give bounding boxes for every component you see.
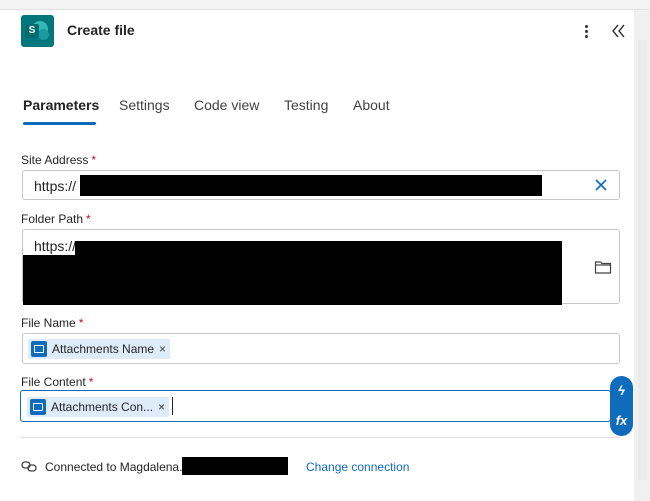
file-name-input[interactable]: Attachments Name ×	[22, 333, 620, 364]
more-vertical-icon[interactable]	[580, 19, 594, 43]
token-label: Attachments Con...	[51, 400, 154, 414]
divider	[21, 437, 620, 438]
site-address-input[interactable]: https://	[22, 170, 620, 200]
fx-expression-icon[interactable]: fx	[610, 407, 633, 435]
tab-about[interactable]: About	[353, 97, 390, 113]
sharepoint-icon: S	[21, 15, 54, 47]
folder-icon[interactable]	[594, 259, 612, 275]
connection-link-icon	[21, 458, 37, 474]
file-content-input[interactable]: Attachments Con... ×	[20, 390, 611, 422]
tab-bar: Parameters Settings Code view Testing Ab…	[21, 93, 621, 127]
lightning-icon[interactable]: ϟ	[610, 377, 633, 405]
action-title: Create file	[67, 22, 135, 38]
outlook-icon	[31, 341, 47, 357]
connection-status: Connected to Magdalena.	[45, 460, 183, 474]
scrollbar[interactable]	[638, 40, 646, 480]
top-bar	[0, 0, 650, 10]
sharepoint-icon-letter: S	[25, 24, 39, 38]
site-address-value: https://	[34, 178, 77, 194]
tab-code-view[interactable]: Code view	[194, 97, 259, 113]
folder-path-input[interactable]: https://	[22, 229, 620, 305]
dynamic-content-token[interactable]: Attachments Name ×	[28, 339, 171, 359]
tab-parameters[interactable]: Parameters	[23, 97, 99, 113]
remove-token-icon[interactable]: ×	[158, 400, 165, 414]
dynamic-content-token[interactable]: Attachments Con... ×	[27, 397, 170, 417]
redacted-region	[80, 175, 542, 196]
folder-path-value: https://	[34, 238, 77, 254]
change-connection-link[interactable]: Change connection	[306, 460, 409, 474]
scrollbar-track[interactable]	[634, 10, 650, 501]
panel-header: S Create file	[21, 15, 631, 47]
tab-settings[interactable]: Settings	[119, 97, 170, 113]
redacted-region	[75, 241, 562, 305]
site-address-label: Site Address *	[21, 153, 97, 167]
text-cursor	[172, 397, 173, 415]
insert-toolbar: ϟ fx	[610, 376, 633, 436]
redacted-region	[23, 255, 78, 305]
redacted-region	[182, 457, 288, 475]
token-label: Attachments Name	[52, 342, 155, 356]
clear-icon[interactable]	[594, 178, 608, 192]
file-name-label: File Name *	[21, 316, 84, 330]
tab-testing[interactable]: Testing	[284, 97, 328, 113]
active-tab-indicator	[23, 122, 96, 125]
remove-token-icon[interactable]: ×	[159, 342, 166, 356]
collapse-double-chevron-icon[interactable]	[610, 19, 626, 43]
folder-path-label: Folder Path *	[21, 212, 91, 226]
file-content-label: File Content *	[21, 375, 94, 389]
outlook-icon	[30, 399, 46, 415]
